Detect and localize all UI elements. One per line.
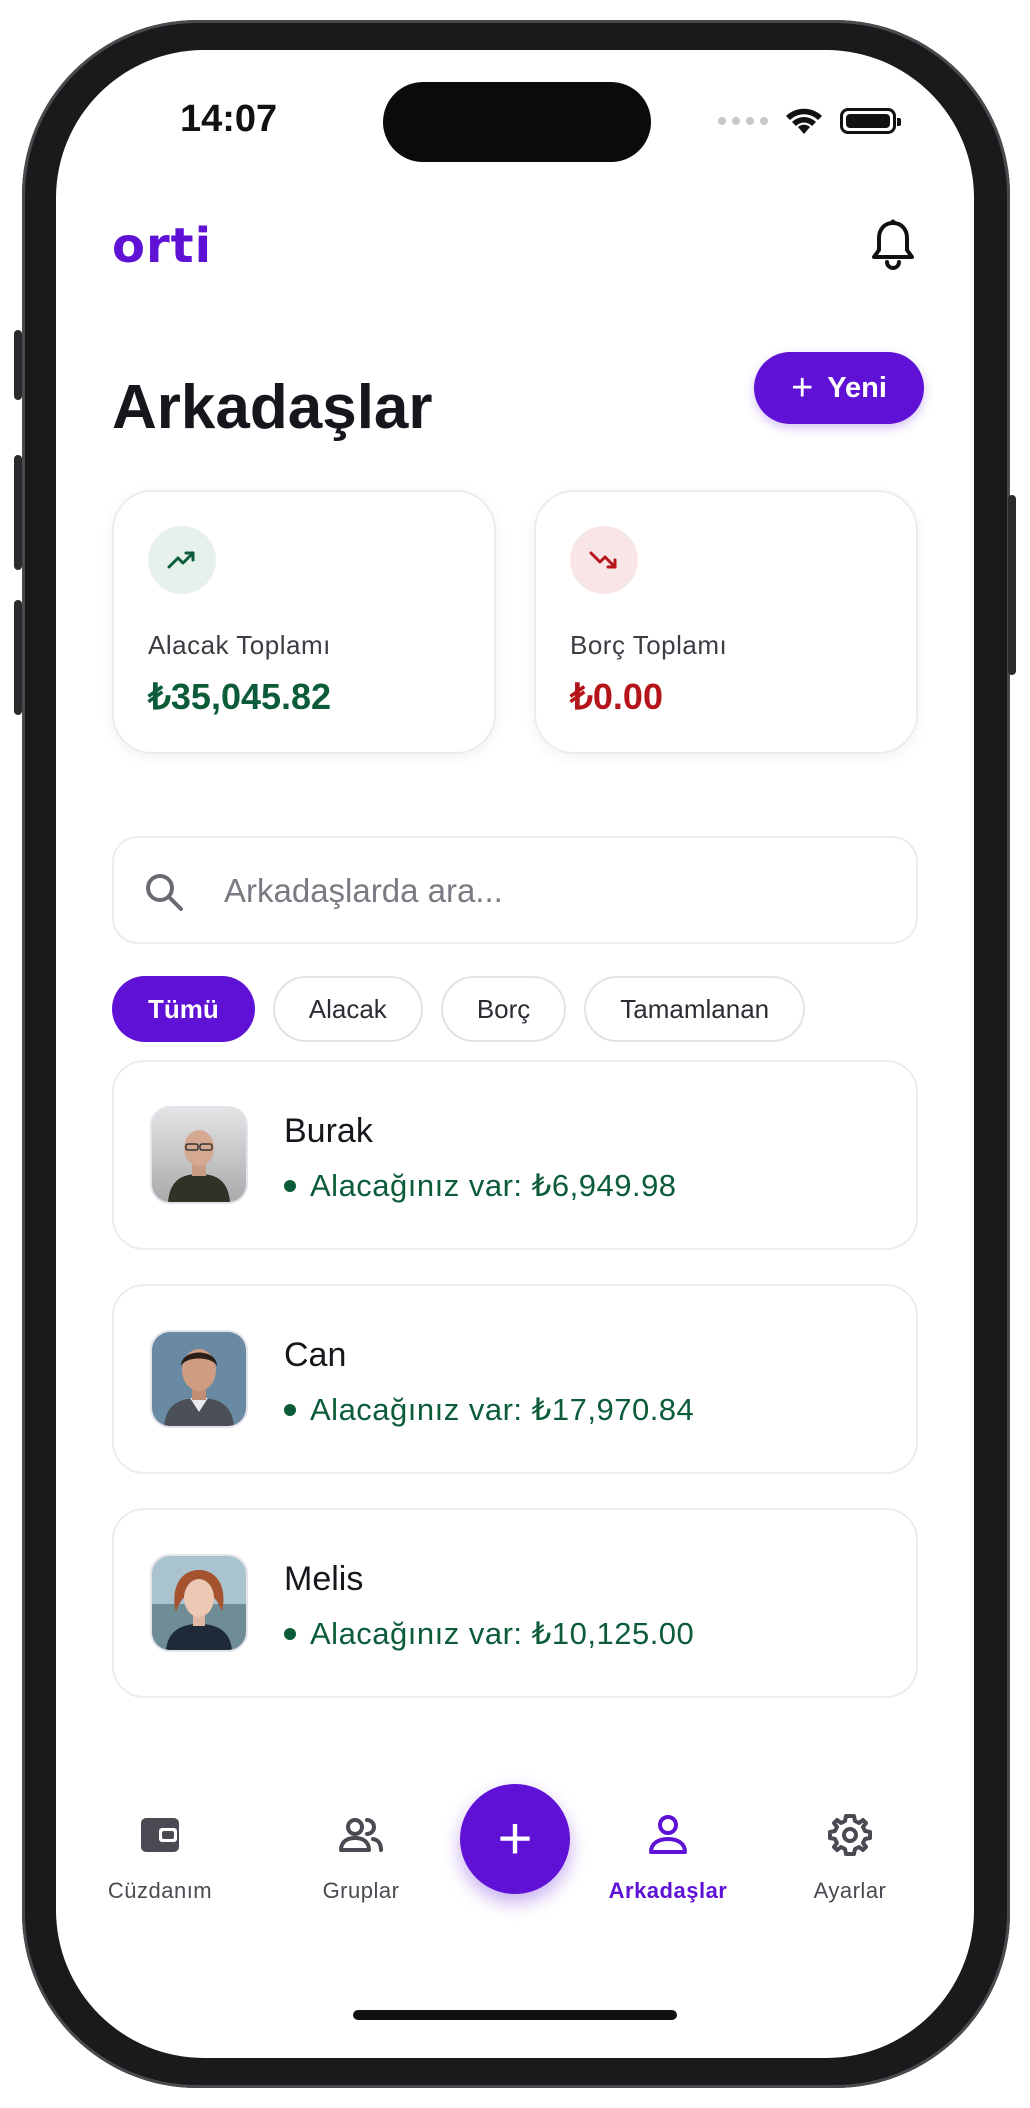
home-indicator [353, 2010, 677, 2020]
silent-switch [14, 330, 22, 400]
power-button [1008, 495, 1016, 675]
search-icon [146, 874, 183, 911]
friend-name: Can [284, 1336, 347, 1374]
trending-down-icon [570, 526, 638, 594]
gear-icon [828, 1814, 872, 1856]
receivable-total-value: ₺35,045.82 [148, 676, 332, 717]
tab-label: Arkadaşlar [608, 1878, 728, 1903]
new-friend-button[interactable]: + Yeni [754, 352, 924, 424]
status-dot [284, 1180, 296, 1192]
friend-balance-status: Alacağınız var: ₺17,970.84 [284, 1392, 694, 1428]
bell-icon[interactable] [870, 218, 916, 270]
friend-card-burak[interactable]: Burak Alacağınız var: ₺6,949.98 [112, 1060, 918, 1250]
search-input[interactable] [222, 838, 886, 944]
filter-chips: Tümü Alacak Borç Tamamlanan [112, 976, 806, 1042]
avatar [150, 1330, 248, 1428]
new-button-label: Yeni [827, 371, 887, 404]
wifi-icon [786, 108, 822, 134]
friend-balance-status: Alacağınız var: ₺6,949.98 [284, 1168, 677, 1204]
app-screen: 14:07 orti Arkadaşlar + Yeni Alacak Topl… [56, 50, 974, 2058]
tab-friends[interactable]: Arkadaşlar [588, 1810, 748, 1904]
friend-name: Burak [284, 1112, 373, 1150]
status-time: 14:07 [180, 98, 278, 140]
tab-label: Gruplar [322, 1878, 400, 1903]
wallet-icon [141, 1818, 179, 1852]
friend-card-can[interactable]: Can Alacağınız var: ₺17,970.84 [112, 1284, 918, 1474]
friend-name: Melis [284, 1560, 364, 1598]
receivable-total-label: Alacak Toplamı [148, 630, 331, 660]
app-logo: orti [112, 218, 213, 274]
dynamic-island [383, 82, 651, 162]
volume-down-button [14, 600, 22, 715]
friend-balance-text: Alacağınız var: ₺17,970.84 [310, 1392, 695, 1427]
plus-icon: + [497, 1805, 533, 1872]
status-dot [284, 1404, 296, 1416]
debt-total-card: Borç Toplamı ₺0.00 [534, 490, 918, 754]
avatar [150, 1554, 248, 1652]
friend-balance-text: Alacağınız var: ₺10,125.00 [310, 1616, 695, 1651]
signal-dots-icon [718, 117, 768, 125]
groups-icon [339, 1818, 383, 1852]
filter-chip-receivable[interactable]: Alacak [272, 976, 423, 1042]
tab-settings[interactable]: Ayarlar [770, 1810, 930, 1904]
add-expense-fab[interactable]: + [460, 1784, 570, 1894]
friend-card-melis[interactable]: Melis Alacağınız var: ₺10,125.00 [112, 1508, 918, 1698]
page-title: Arkadaşlar [112, 373, 433, 442]
receivable-total-card: Alacak Toplamı ₺35,045.82 [112, 490, 496, 754]
search-box[interactable] [112, 836, 918, 944]
debt-total-value: ₺0.00 [570, 676, 663, 717]
person-icon [649, 1815, 687, 1854]
debt-total-label: Borç Toplamı [570, 630, 728, 660]
avatar [150, 1106, 248, 1204]
friend-balance-status: Alacağınız var: ₺10,125.00 [284, 1616, 694, 1652]
tab-groups[interactable]: Gruplar [281, 1810, 441, 1904]
tab-label: Ayarlar [813, 1878, 887, 1903]
friend-balance-text: Alacağınız var: ₺6,949.98 [310, 1168, 677, 1203]
status-dot [284, 1628, 296, 1640]
volume-up-button [14, 455, 22, 570]
tab-label: Cüzdanım [107, 1878, 213, 1903]
tab-wallet[interactable]: Cüzdanım [80, 1810, 240, 1904]
trending-up-icon [148, 526, 216, 594]
plus-icon: + [791, 367, 814, 409]
filter-chip-all[interactable]: Tümü [112, 976, 255, 1042]
filter-chip-debt[interactable]: Borç [440, 976, 567, 1042]
battery-icon [840, 108, 901, 134]
status-icons [718, 106, 901, 136]
filter-chip-completed[interactable]: Tamamlanan [584, 976, 806, 1042]
